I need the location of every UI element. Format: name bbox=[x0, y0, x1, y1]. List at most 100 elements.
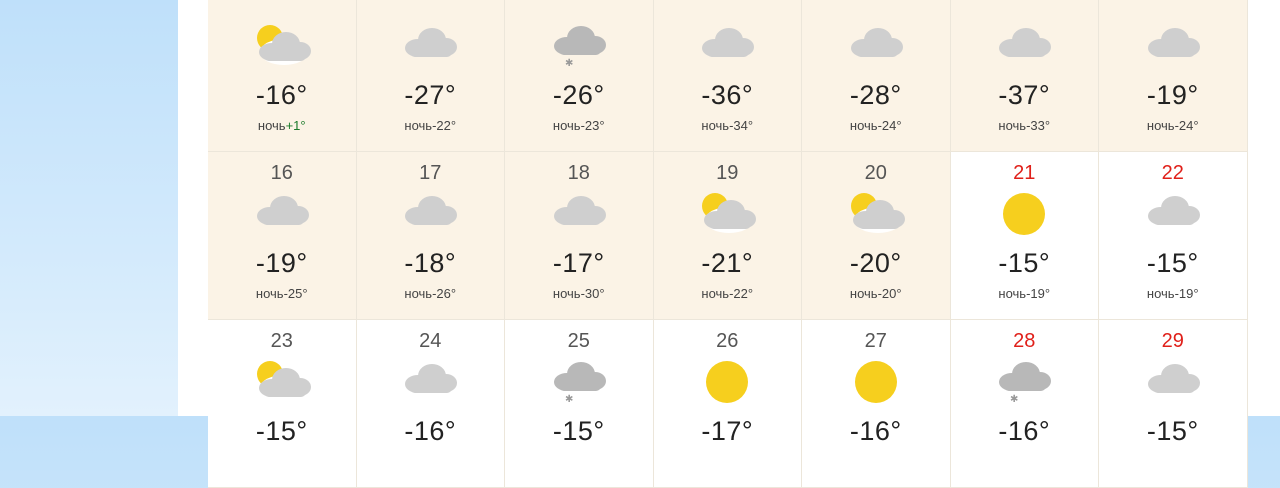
day-temperature: -16° bbox=[404, 416, 457, 446]
day-cell[interactable]: 19 -21° ночь-22° bbox=[653, 152, 802, 320]
day-cell[interactable]: 22 -15° ночь-19° bbox=[1099, 152, 1248, 320]
day-cell[interactable]: 20 -20° ночь-20° bbox=[802, 152, 951, 320]
night-value: -22° bbox=[432, 118, 457, 133]
night-label: ночь bbox=[257, 118, 286, 133]
snow-cloud-icon: ✱ bbox=[549, 358, 609, 406]
day-temperature: -18° bbox=[404, 248, 457, 278]
night-temperature: ночь-22° bbox=[357, 118, 505, 133]
day-temperature: -16° bbox=[998, 416, 1051, 446]
night-label: ночь bbox=[849, 286, 878, 301]
day-temperature: -15° bbox=[552, 416, 605, 446]
day-number: 22 bbox=[1161, 162, 1184, 184]
night-label: ночь bbox=[849, 118, 878, 133]
day-cell[interactable]: -16° ночь+1° bbox=[208, 0, 357, 152]
night-temperature: ночь-30° bbox=[505, 286, 653, 301]
cloud-icon bbox=[846, 22, 906, 70]
day-cell[interactable]: 23 -15° bbox=[208, 320, 357, 488]
day-number: 26 bbox=[716, 330, 739, 352]
day-temperature: -28° bbox=[849, 80, 902, 110]
day-temperature: -20° bbox=[849, 248, 902, 278]
day-cell[interactable]: -27° ночь-22° bbox=[356, 0, 505, 152]
night-label: ночь bbox=[255, 286, 284, 301]
day-cell[interactable]: -37° ночь-33° bbox=[950, 0, 1099, 152]
partly-cloudy-icon bbox=[846, 190, 906, 238]
cloud-icon bbox=[1143, 22, 1203, 70]
day-cell[interactable]: 28 ✱ -16° bbox=[950, 320, 1099, 488]
day-cell[interactable]: -36° ночь-34° bbox=[653, 0, 802, 152]
cloud-icon bbox=[697, 22, 757, 70]
night-value: -24° bbox=[1174, 118, 1199, 133]
day-temperature: -16° bbox=[849, 416, 902, 446]
night-label: ночь bbox=[552, 118, 581, 133]
cloud-icon bbox=[1143, 190, 1203, 238]
partly-cloudy-icon bbox=[697, 190, 757, 238]
day-temperature: -15° bbox=[255, 416, 308, 446]
day-temperature: -17° bbox=[552, 248, 605, 278]
day-temperature: -17° bbox=[701, 416, 754, 446]
day-temperature: -36° bbox=[701, 80, 754, 110]
night-temperature: ночь-24° bbox=[1099, 118, 1247, 133]
day-cell[interactable]: 29 -15° bbox=[1099, 320, 1248, 488]
day-cell[interactable]: -28° ночь-24° bbox=[802, 0, 951, 152]
day-cell[interactable]: 24 -16° bbox=[356, 320, 505, 488]
snow-cloud-icon: ✱ bbox=[994, 358, 1054, 406]
day-temperature: -15° bbox=[1146, 248, 1199, 278]
day-cell[interactable]: ✱ -26° ночь-23° bbox=[505, 0, 654, 152]
night-temperature: ночь-26° bbox=[357, 286, 505, 301]
day-cell[interactable]: 16 -19° ночь-25° bbox=[208, 152, 357, 320]
night-temperature: ночь-19° bbox=[1099, 286, 1247, 301]
day-number: 28 bbox=[1013, 330, 1036, 352]
night-label: ночь bbox=[998, 118, 1027, 133]
night-value: -30° bbox=[580, 286, 605, 301]
night-label: ночь bbox=[404, 286, 433, 301]
day-number: 25 bbox=[567, 330, 590, 352]
calendar-page: -16° ночь+1° -27° ночь-22° ✱ -26° ночь-23° … bbox=[178, 0, 1280, 488]
night-value: -26° bbox=[432, 286, 457, 301]
day-number: 17 bbox=[419, 162, 442, 184]
cloud-icon bbox=[400, 22, 460, 70]
night-value: -34° bbox=[729, 118, 754, 133]
day-cell[interactable]: 21 -15° ночь-19° bbox=[950, 152, 1099, 320]
night-temperature: ночь-23° bbox=[505, 118, 653, 133]
day-number: 20 bbox=[864, 162, 887, 184]
day-cell[interactable]: 26 -17° bbox=[653, 320, 802, 488]
day-number: 27 bbox=[864, 330, 887, 352]
night-value: -23° bbox=[580, 118, 605, 133]
sun-icon bbox=[846, 358, 906, 406]
day-cell[interactable]: -19° ночь-24° bbox=[1099, 0, 1248, 152]
night-label: ночь bbox=[404, 118, 433, 133]
sun-icon bbox=[697, 358, 757, 406]
svg-text:✱: ✱ bbox=[565, 58, 573, 69]
day-cell[interactable]: 18 -17° ночь-30° bbox=[505, 152, 654, 320]
day-number: 23 bbox=[270, 330, 293, 352]
night-label: ночь bbox=[701, 118, 730, 133]
night-value: -25° bbox=[283, 286, 308, 301]
day-temperature: -19° bbox=[255, 248, 308, 278]
cloud-icon bbox=[400, 190, 460, 238]
svg-text:✱: ✱ bbox=[1010, 394, 1018, 405]
night-label: ночь bbox=[1146, 286, 1175, 301]
day-cell[interactable]: 25 ✱ -15° bbox=[505, 320, 654, 488]
night-temperature: ночь-22° bbox=[654, 286, 802, 301]
cloud-icon bbox=[252, 190, 312, 238]
cloud-icon bbox=[400, 358, 460, 406]
day-temperature: -26° bbox=[552, 80, 605, 110]
night-value: -33° bbox=[1026, 118, 1051, 133]
day-cell[interactable]: 27 -16° bbox=[802, 320, 951, 488]
night-label: ночь bbox=[552, 286, 581, 301]
day-number: 24 bbox=[419, 330, 442, 352]
night-value: -24° bbox=[877, 118, 902, 133]
svg-text:✱: ✱ bbox=[565, 394, 573, 405]
day-temperature: -21° bbox=[701, 248, 754, 278]
night-label: ночь bbox=[998, 286, 1027, 301]
night-temperature: ночь-24° bbox=[802, 118, 950, 133]
day-cell[interactable]: 17 -18° ночь-26° bbox=[356, 152, 505, 320]
day-temperature: -37° bbox=[998, 80, 1051, 110]
night-temperature: ночь-25° bbox=[208, 286, 356, 301]
day-number: 21 bbox=[1013, 162, 1036, 184]
night-value: +1° bbox=[285, 118, 306, 133]
day-number: 18 bbox=[567, 162, 590, 184]
day-number: 19 bbox=[716, 162, 739, 184]
night-label: ночь bbox=[1146, 118, 1175, 133]
cloud-icon bbox=[994, 22, 1054, 70]
